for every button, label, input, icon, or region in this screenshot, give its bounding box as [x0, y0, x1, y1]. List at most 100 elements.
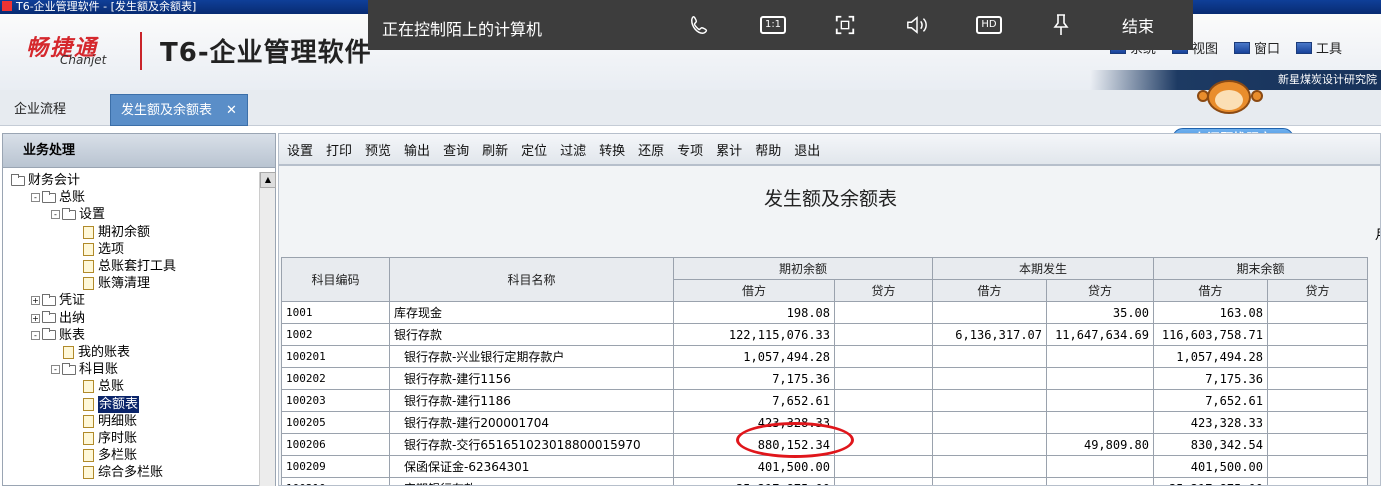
- toolbar-button[interactable]: 还原: [638, 140, 664, 159]
- cell-code: 100209: [281, 455, 390, 478]
- cell-name: 保函保证金-62364301: [389, 455, 674, 478]
- expand-icon[interactable]: +: [31, 296, 40, 306]
- tree-item[interactable]: + 凭证: [31, 292, 85, 309]
- tree-item[interactable]: 我的账表: [63, 344, 130, 361]
- tree-item[interactable]: 账簿清理: [83, 275, 150, 292]
- tree-item[interactable]: + 出纳: [31, 310, 85, 327]
- tree-item[interactable]: 余额表: [83, 395, 140, 413]
- mascot-icon[interactable]: [1195, 78, 1267, 118]
- tree-item[interactable]: 总账套打工具: [83, 258, 176, 275]
- cell-amount: [932, 455, 1047, 478]
- col-header-period-debit[interactable]: 借方: [932, 279, 1047, 302]
- table-row[interactable]: 100203 银行存款-建行1186 7,652.61 7,652.61: [281, 389, 1368, 412]
- cell-amount: 35,217,875.00: [1153, 477, 1268, 485]
- cell-amount: [834, 389, 933, 412]
- volume-icon[interactable]: [903, 13, 931, 37]
- tab-workflow[interactable]: 企业流程: [4, 94, 76, 126]
- cell-amount: [1267, 477, 1368, 485]
- cell-amount: [1267, 455, 1368, 478]
- tab-balance-table[interactable]: 发生额及余额表 ✕: [110, 94, 248, 126]
- table-row[interactable]: 1001 库存现金 198.08 35.00 163.08: [281, 301, 1368, 324]
- document-icon: [83, 225, 94, 239]
- table-row[interactable]: 100210定期银行存款35,217,875.0035,217,875.00: [281, 477, 1368, 485]
- tree-item[interactable]: - 总账: [31, 189, 85, 206]
- toolbar-button[interactable]: 刷新: [482, 140, 508, 159]
- table-row[interactable]: 100202 银行存款-建行1156 7,175.36 7,175.36: [281, 367, 1368, 390]
- cell-amount: [1267, 301, 1368, 324]
- scroll-up-icon[interactable]: ▲: [260, 172, 276, 188]
- tree-item[interactable]: 期初余额: [83, 224, 150, 241]
- col-header-closing-credit[interactable]: 贷方: [1267, 279, 1368, 302]
- tree-item[interactable]: 总账: [83, 378, 124, 395]
- phone-icon[interactable]: [686, 13, 714, 37]
- toolbar-button[interactable]: 查询: [443, 140, 469, 159]
- menu-window[interactable]: 窗口: [1234, 38, 1280, 57]
- toolbar-button[interactable]: 过滤: [560, 140, 586, 159]
- cell-amount: [1267, 389, 1368, 412]
- close-tab-icon[interactable]: ✕: [226, 103, 237, 118]
- col-header-opening-debit[interactable]: 借方: [673, 279, 835, 302]
- cell-amount: [834, 433, 933, 456]
- tree-item[interactable]: 财务会计: [11, 172, 80, 189]
- brand-en: Chanjet: [60, 53, 107, 67]
- sidebar-title: 业务处理: [3, 134, 275, 168]
- cell-amount: [1046, 345, 1154, 368]
- table-row[interactable]: 100205 银行存款-建行200001704 423,328.33 423,328.…: [281, 411, 1368, 434]
- toolbar-button[interactable]: 预览: [365, 140, 391, 159]
- cell-code: 100203: [281, 389, 390, 412]
- tree-item-label: 期初余额: [98, 224, 151, 240]
- expand-icon[interactable]: +: [31, 313, 40, 323]
- pin-icon[interactable]: [1047, 13, 1075, 37]
- tree-item[interactable]: 明细账: [83, 413, 137, 430]
- toolbar-button[interactable]: 输出: [404, 140, 430, 159]
- cell-amount: [1046, 411, 1154, 434]
- cell-name: 银行存款-建行1156: [389, 367, 674, 390]
- tree-item[interactable]: 序时账: [83, 430, 137, 447]
- end-session-button[interactable]: 结束: [1118, 13, 1158, 37]
- cell-amount: [834, 323, 933, 346]
- toolbar-button[interactable]: 设置: [287, 140, 313, 159]
- tree-item[interactable]: 综合多栏账: [83, 464, 163, 481]
- cell-amount: [834, 455, 933, 478]
- toolbar-button[interactable]: 专项: [677, 140, 703, 159]
- table-row[interactable]: 100209 保函保证金-62364301 401,500.00 401,500.00: [281, 455, 1368, 478]
- window-title: T6-企业管理软件 - [发生额及余额表]: [16, 0, 197, 13]
- table-row[interactable]: 100206 银行存款-交行651651023018800015970 880,15…: [281, 433, 1368, 456]
- collapse-icon[interactable]: -: [51, 365, 60, 375]
- tree-item[interactable]: - 设置: [51, 206, 105, 223]
- col-header-period-credit[interactable]: 贷方: [1046, 279, 1154, 302]
- tree-item-label: 序时账: [98, 431, 138, 446]
- tree-item[interactable]: 多栏账: [83, 447, 137, 464]
- collapse-icon[interactable]: -: [31, 193, 40, 203]
- actual-size-button[interactable]: 1:1: [759, 13, 787, 37]
- toolbar-button[interactable]: 退出: [794, 140, 820, 159]
- col-header-opening-credit[interactable]: 贷方: [834, 279, 933, 302]
- collapse-icon[interactable]: -: [31, 330, 40, 340]
- menu-tools[interactable]: 工具: [1296, 38, 1342, 57]
- tree-item-label: 多栏账: [98, 448, 138, 464]
- toolbar-button[interactable]: 打印: [326, 140, 352, 159]
- toolbar-button[interactable]: 定位: [521, 140, 547, 159]
- toolbar-button[interactable]: 转换: [599, 140, 625, 159]
- hd-button[interactable]: HD: [975, 13, 1003, 37]
- cell-code: 1001: [281, 301, 390, 324]
- col-header-closing-debit[interactable]: 借方: [1153, 279, 1268, 302]
- fullscreen-icon[interactable]: [831, 13, 859, 37]
- tree-item[interactable]: 选项: [83, 241, 124, 258]
- cell-amount: [932, 389, 1047, 412]
- cell-amount: 35.00: [1046, 301, 1154, 324]
- toolbar-button[interactable]: 累计: [716, 140, 742, 159]
- tree-item[interactable]: - 账表: [31, 327, 85, 344]
- collapse-icon[interactable]: -: [51, 210, 60, 220]
- tree-scrollbar[interactable]: ▲: [259, 172, 276, 486]
- tree-item-label: 综合多栏账: [98, 465, 164, 481]
- cell-code: 100206: [281, 433, 390, 456]
- col-header-code[interactable]: 科目编码: [281, 257, 390, 302]
- table-row[interactable]: 100201 银行存款-兴业银行定期存款户 1,057,494.28 1,057,49…: [281, 345, 1368, 368]
- cell-amount: [932, 433, 1047, 456]
- tree-item-label: 财务会计: [28, 173, 81, 188]
- toolbar-button[interactable]: 帮助: [755, 140, 781, 159]
- table-row[interactable]: 1002 银行存款 122,115,076.33 6,136,317.07 11,647…: [281, 323, 1368, 346]
- col-header-name[interactable]: 科目名称: [389, 257, 674, 302]
- tree-item[interactable]: - 科目账: [51, 361, 118, 378]
